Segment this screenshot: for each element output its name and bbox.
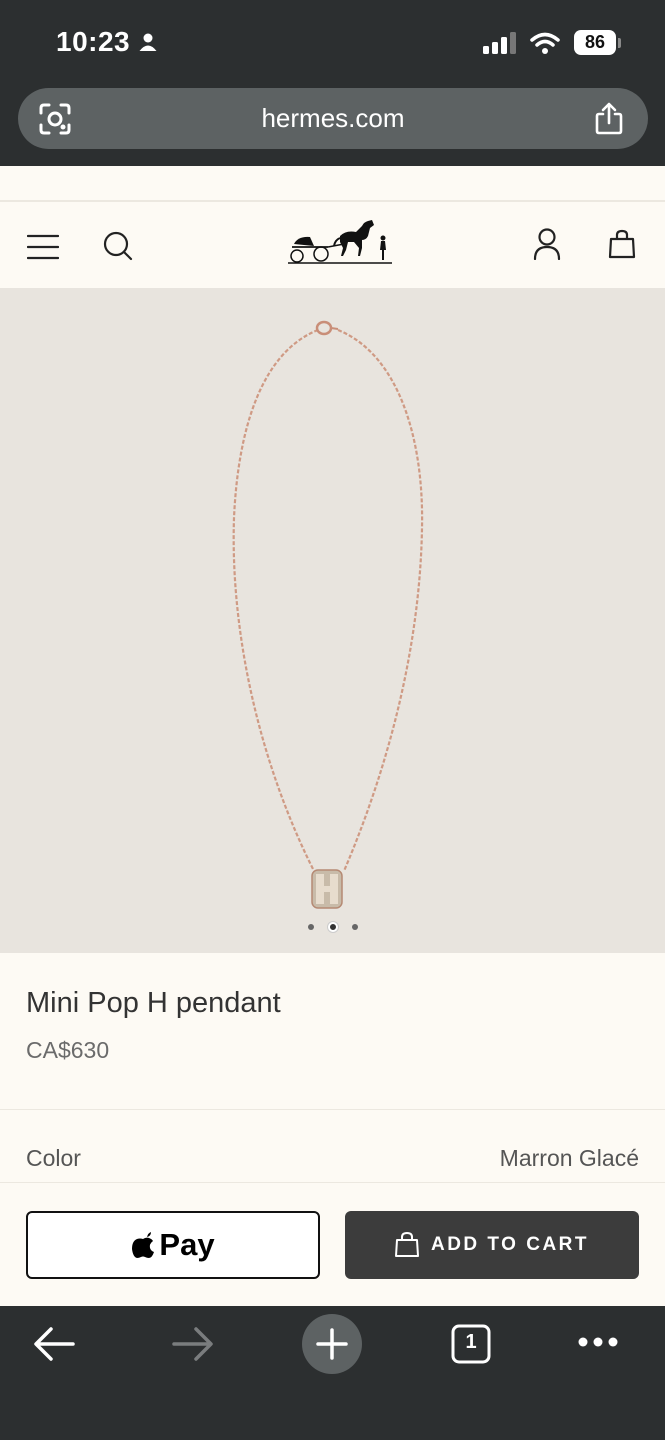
- apple-pay-button[interactable]: Pay: [26, 1211, 320, 1279]
- status-time-group: 10:23: [56, 26, 158, 58]
- apple-pay-label: Pay: [159, 1227, 215, 1262]
- product-image-carousel[interactable]: [0, 288, 665, 953]
- status-time: 10:23: [56, 26, 131, 57]
- tab-count: 1: [465, 1331, 477, 1353]
- address-bar[interactable]: hermes.com: [18, 88, 648, 149]
- color-label: Color: [26, 1145, 81, 1171]
- action-bar: Pay ADD TO CART: [0, 1184, 665, 1306]
- add-to-cart-button[interactable]: ADD TO CART: [345, 1211, 639, 1279]
- account-icon[interactable]: [533, 228, 561, 260]
- carousel-pagination: [0, 922, 665, 932]
- carousel-dot-active[interactable]: [327, 922, 338, 932]
- promo-strip: [0, 166, 665, 202]
- bag-icon[interactable]: [608, 229, 636, 259]
- new-tab-icon[interactable]: [302, 1314, 362, 1374]
- product-title: Mini Pop H pendant: [26, 987, 281, 1019]
- battery-level: 86: [574, 30, 616, 55]
- color-row[interactable]: Color Marron Glacé: [0, 1111, 665, 1183]
- browser-top-chrome: 10:23 86 hermes.com: [0, 0, 665, 166]
- back-arrow-icon[interactable]: [33, 1326, 75, 1362]
- menu-icon[interactable]: [27, 234, 59, 260]
- tabs-button[interactable]: 1: [451, 1324, 491, 1364]
- person-icon: [139, 33, 157, 51]
- visual-lookup-icon[interactable]: [38, 102, 72, 136]
- wifi-icon: [530, 32, 560, 54]
- share-icon[interactable]: [594, 101, 624, 135]
- add-to-cart-label: ADD TO CART: [430, 1234, 590, 1255]
- carousel-dot[interactable]: [351, 924, 358, 930]
- product-info: Mini Pop H pendant CA$630: [0, 953, 665, 1110]
- forward-arrow-icon[interactable]: [172, 1326, 214, 1362]
- carousel-dot[interactable]: [307, 924, 314, 930]
- color-value: Marron Glacé: [499, 1145, 639, 1171]
- cellular-signal-icon: [483, 31, 516, 54]
- browser-bottom-toolbar: 1: [0, 1306, 665, 1440]
- url-text[interactable]: hermes.com: [261, 103, 404, 134]
- brand-logo[interactable]: [288, 216, 392, 266]
- necklace-image: [232, 320, 424, 909]
- apple-logo-icon: [132, 1232, 155, 1258]
- more-options-icon[interactable]: [578, 1336, 618, 1348]
- site-header: [0, 204, 665, 288]
- battery-tip: [618, 37, 621, 48]
- cart-bag-icon: [394, 1232, 419, 1257]
- status-indicators: 86: [482, 30, 621, 55]
- search-icon[interactable]: [103, 231, 133, 261]
- product-price: CA$630: [26, 1037, 110, 1063]
